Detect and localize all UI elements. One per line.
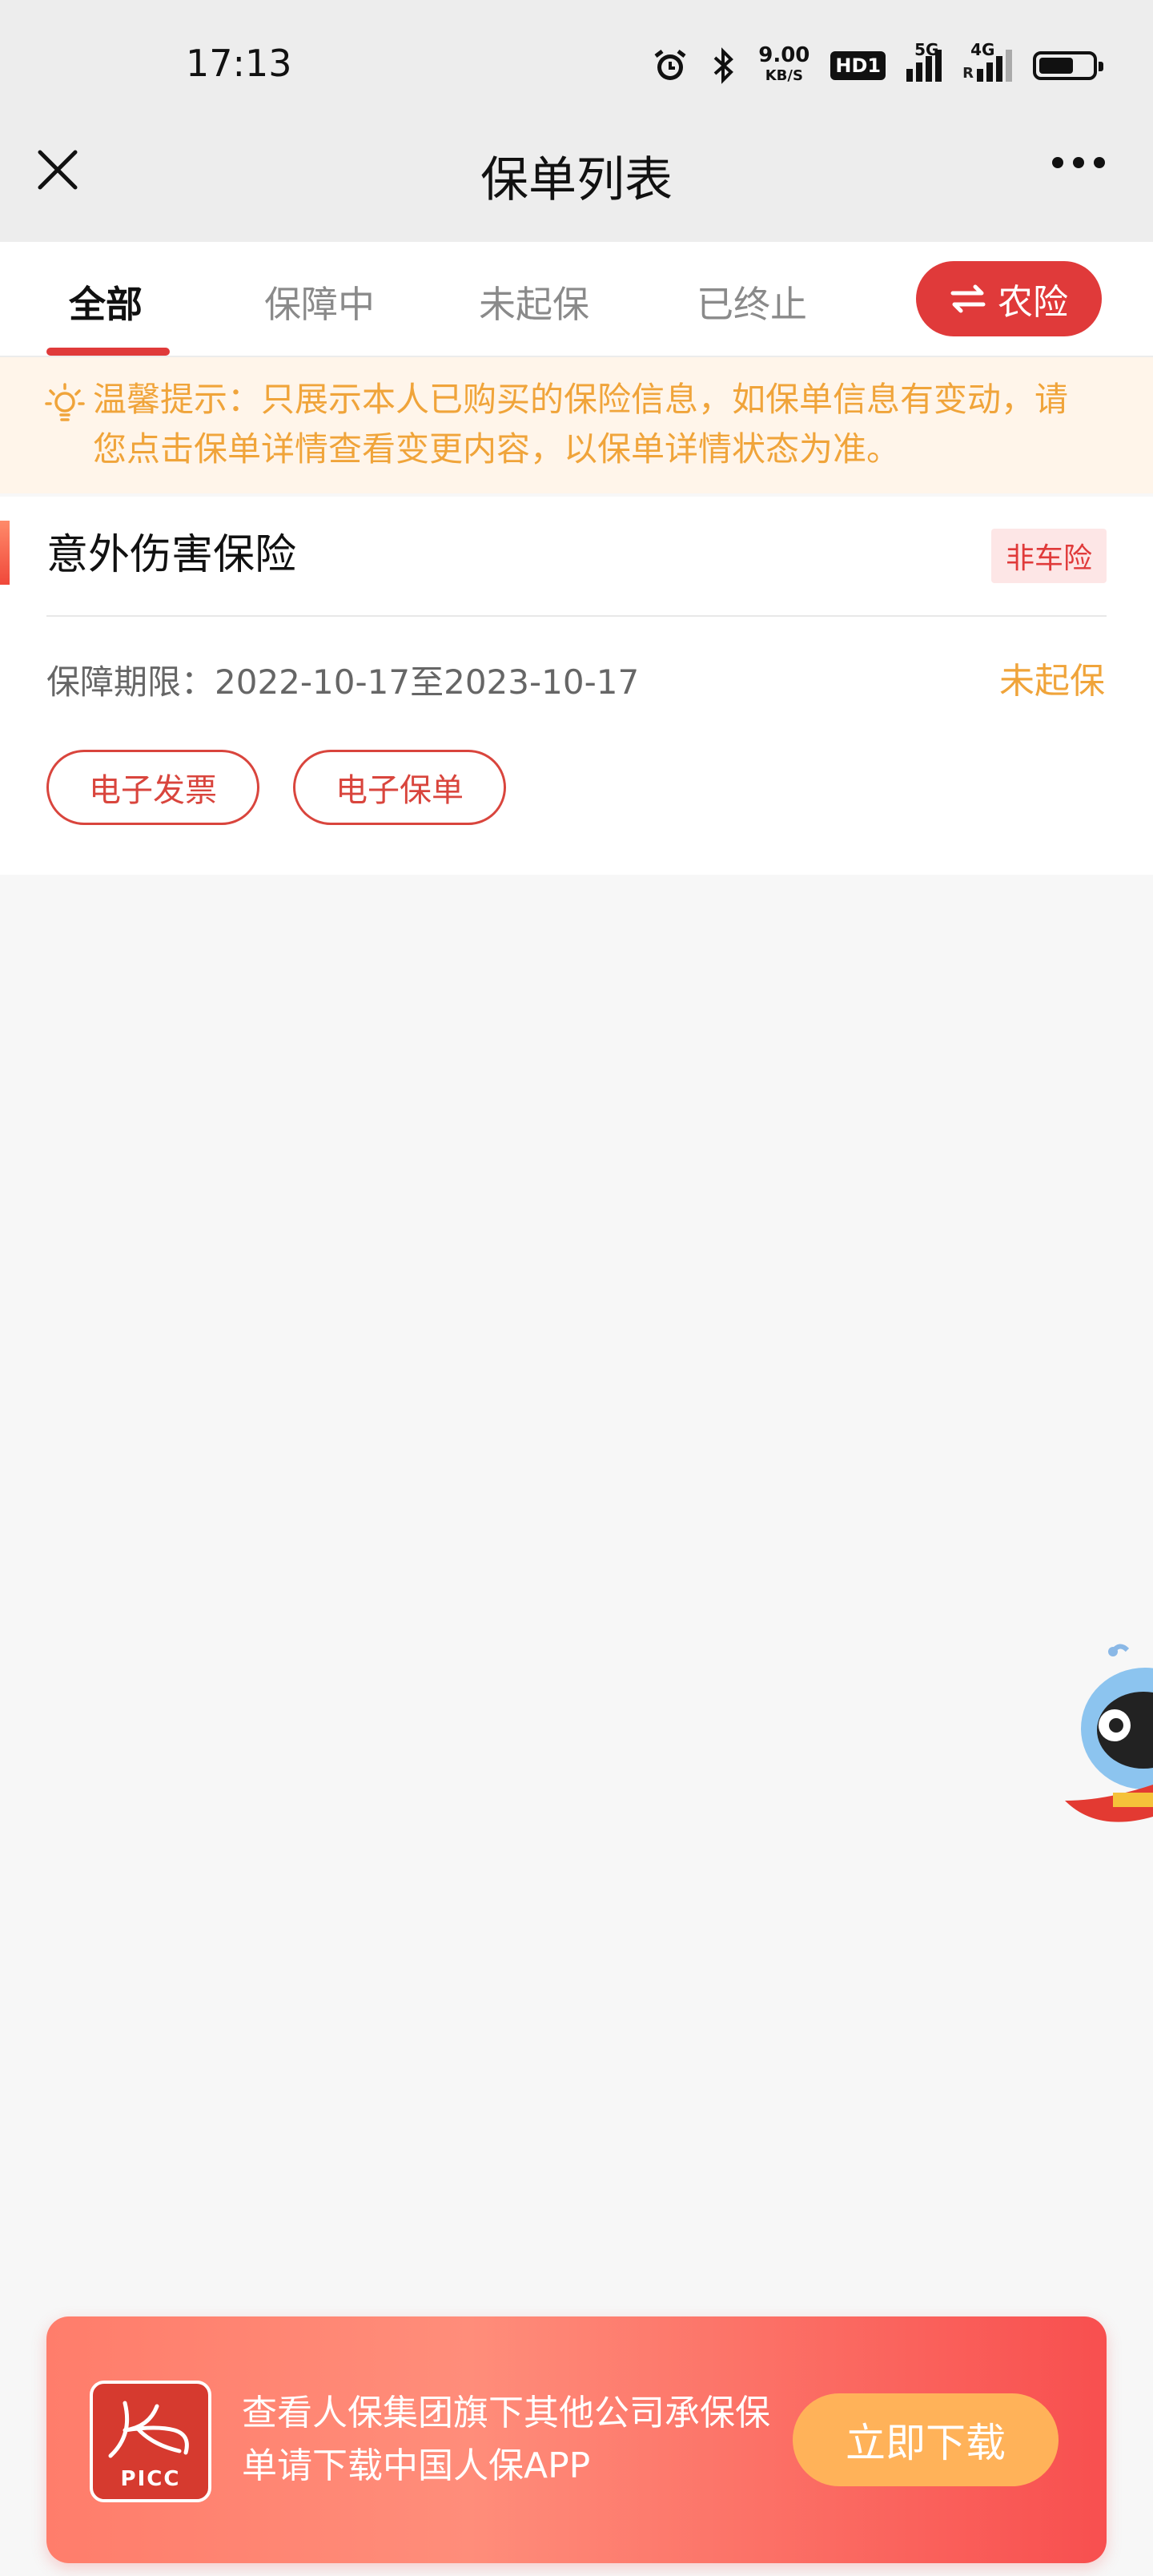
- notice-banner: 温馨提示：只展示本人已购买的保险信息，如保单信息有变动，请您点击保单详情查看变更…: [0, 357, 1153, 493]
- agri-insurance-switch-label: 农险: [998, 282, 1068, 323]
- signal-5g-icon: 5G: [906, 40, 942, 82]
- swap-arrows-icon: [950, 284, 986, 313]
- e-invoice-button[interactable]: 电子发票: [46, 750, 259, 825]
- policy-type-badge: 非车险: [990, 529, 1107, 583]
- bluetooth-icon: [713, 47, 734, 84]
- policy-period: 保障期限：2022-10-17至2023-10-17: [46, 655, 639, 704]
- policy-period-label: 保障期限：: [46, 662, 215, 702]
- card-accent-bar: [0, 521, 10, 585]
- signal-4g-icon: 4G R: [962, 40, 1012, 82]
- hd-badge: HD1: [830, 51, 886, 80]
- page-title: 保单列表: [480, 152, 673, 208]
- alarm-icon: [654, 50, 686, 80]
- tab-in-force[interactable]: 保障中: [264, 276, 375, 328]
- policy-period-value: 2022-10-17至2023-10-17: [215, 662, 640, 702]
- network-speed-value: 9.00: [758, 43, 810, 67]
- policy-status: 未起保: [999, 661, 1105, 702]
- roaming-label: R: [962, 65, 974, 82]
- notice-text: 温馨提示：只展示本人已购买的保险信息，如保单信息有变动，请您点击保单详情查看变更…: [93, 380, 1069, 469]
- tab-not-started[interactable]: 未起保: [479, 276, 589, 328]
- tab-terminated[interactable]: 已终止: [697, 276, 807, 328]
- lightbulb-icon: [45, 383, 85, 421]
- agri-insurance-switch-button[interactable]: 农险: [916, 261, 1102, 336]
- tab-all[interactable]: 全部: [69, 276, 143, 328]
- battery-icon: [1033, 51, 1103, 80]
- download-now-button[interactable]: 立即下载: [793, 2393, 1059, 2486]
- signal-5g-label: 5G: [914, 40, 939, 59]
- picc-logo: PICC: [90, 2381, 211, 2502]
- e-policy-button[interactable]: 电子保单: [293, 750, 506, 825]
- status-time: 17:13: [186, 42, 292, 85]
- more-icon[interactable]: [1052, 157, 1105, 168]
- policy-card[interactable]: 意外伤害保险 非车险 保障期限：2022-10-17至2023-10-17 未起…: [0, 497, 1153, 875]
- network-speed-unit: KB/S: [765, 67, 803, 84]
- mascot-assistant-icon[interactable]: [1057, 1640, 1153, 1833]
- tab-active-indicator: [46, 348, 170, 356]
- app-download-banner[interactable]: PICC 查看人保集团旗下其他公司承保保单请下载中国人保APP 立即下载: [46, 2316, 1107, 2563]
- policy-title: 意外伤害保险: [46, 531, 297, 579]
- picc-logo-text: PICC: [120, 2467, 181, 2491]
- tab-bar: 全部 保障中 未起保 已终止 农险: [0, 242, 1153, 357]
- network-speed: 9.00 KB/S: [758, 43, 810, 86]
- signal-4g-label: 4G: [970, 40, 995, 59]
- card-divider: [46, 615, 1107, 617]
- status-icons: 9.00 KB/S HD1 5G 4G R: [651, 40, 1103, 91]
- picc-logo-mark-icon: [108, 2401, 189, 2458]
- banner-text: 查看人保集团旗下其他公司承保保单请下载中国人保APP: [242, 2393, 770, 2486]
